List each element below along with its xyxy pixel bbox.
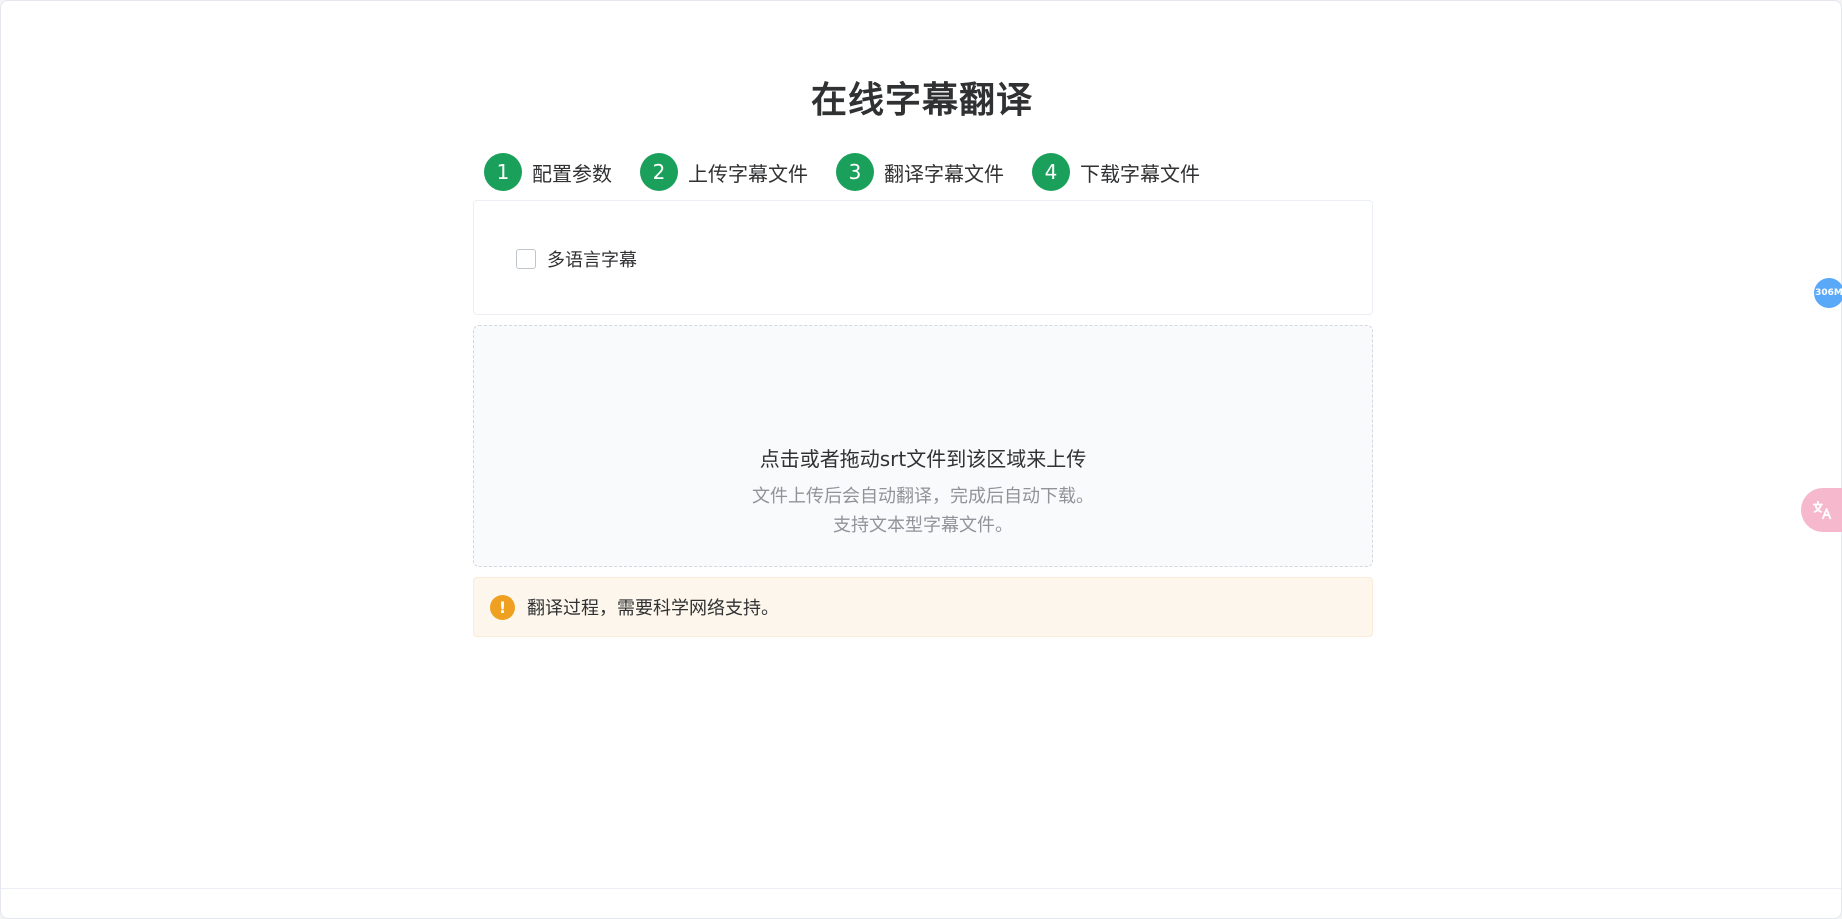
- steps-bar: 1 配置参数 2 上传字幕文件 3 翻译字幕文件 4 下载字幕文件: [484, 153, 1228, 191]
- step-upload: 2 上传字幕文件: [640, 153, 808, 191]
- multilang-label: 多语言字幕: [547, 250, 637, 271]
- alert-text: 翻译过程，需要科学网络支持。: [527, 598, 779, 619]
- page-title: 在线字幕翻译: [810, 80, 1033, 121]
- step-label: 配置参数: [532, 161, 612, 186]
- step-configure: 1 配置参数: [484, 153, 612, 191]
- upload-dropzone[interactable]: 点击或者拖动srt文件到该区域来上传 文件上传后会自动翻译，完成后自动下载。 支…: [473, 325, 1373, 567]
- translate-icon: [1812, 500, 1832, 520]
- memory-badge[interactable]: 306M: [1814, 278, 1842, 308]
- step-translate: 3 翻译字幕文件: [836, 153, 1004, 191]
- step-number: 1: [484, 153, 522, 191]
- step-number: 2: [640, 153, 678, 191]
- step-number: 4: [1032, 153, 1070, 191]
- upload-hint-line: 支持文本型字幕文件。: [833, 515, 1013, 536]
- app-window: 在线字幕翻译 1 配置参数 2 上传字幕文件 3 翻译字幕文件 4 下载字幕文件…: [0, 0, 1842, 919]
- step-label: 上传字幕文件: [688, 161, 808, 186]
- upload-hint: 文件上传后会自动翻译，完成后自动下载。 支持文本型字幕文件。: [474, 482, 1372, 540]
- multilang-checkbox[interactable]: [516, 249, 536, 269]
- warning-alert: ! 翻译过程，需要科学网络支持。: [473, 577, 1373, 637]
- footer-divider: [1, 888, 1841, 889]
- step-number: 3: [836, 153, 874, 191]
- multilang-checkbox-row[interactable]: 多语言字幕: [516, 246, 637, 272]
- config-panel: 多语言字幕: [473, 200, 1373, 315]
- translate-button[interactable]: [1801, 488, 1842, 532]
- step-label: 下载字幕文件: [1080, 161, 1200, 186]
- upload-main-text: 点击或者拖动srt文件到该区域来上传: [759, 447, 1087, 471]
- warning-icon: !: [490, 594, 515, 620]
- step-label: 翻译字幕文件: [884, 161, 1004, 186]
- step-download: 4 下载字幕文件: [1032, 153, 1200, 191]
- upload-hint-line: 文件上传后会自动翻译，完成后自动下载。: [752, 486, 1094, 507]
